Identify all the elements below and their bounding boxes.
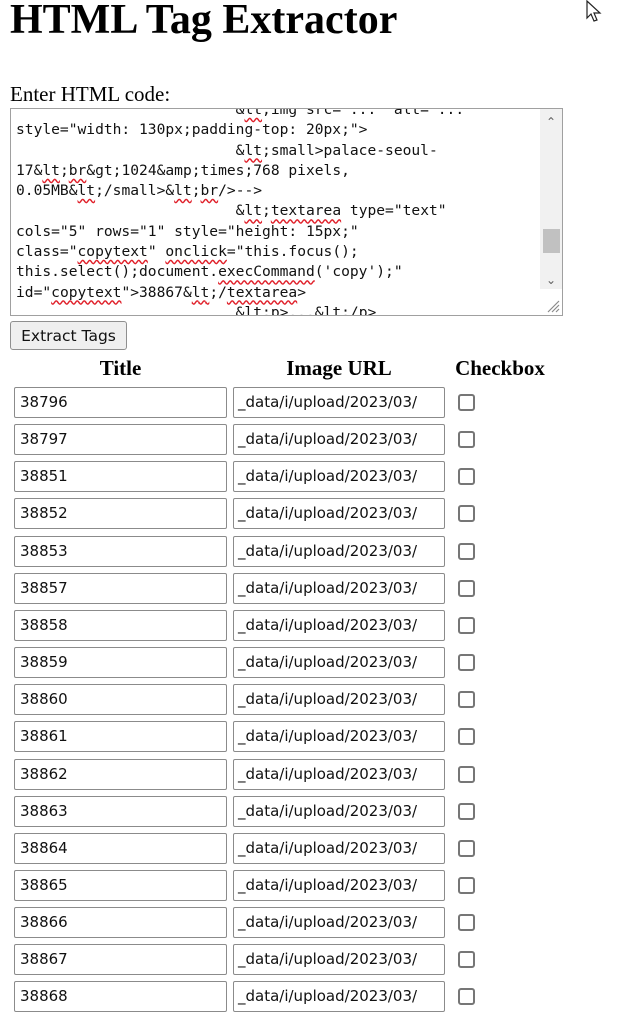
row-checkbox[interactable] (458, 579, 475, 597)
resize-grip-icon[interactable] (544, 297, 560, 313)
table-row: 38861 _data/i/upload/2023/03/ (0, 721, 625, 753)
title-input[interactable]: 38867 (14, 944, 227, 976)
code-line: &lt;p>...&lt;/p> (16, 303, 377, 316)
table-row: 38859 _data/i/upload/2023/03/ (0, 647, 625, 679)
row-checkbox[interactable] (458, 914, 475, 932)
table-row: 38862 _data/i/upload/2023/03/ (0, 758, 625, 791)
row-checkbox[interactable] (458, 505, 475, 523)
row-checkbox[interactable] (458, 839, 475, 857)
row-checkbox[interactable] (458, 876, 475, 894)
image-url-input[interactable]: _data/i/upload/2023/03/ (233, 758, 445, 790)
title-input[interactable]: 38857 (14, 572, 227, 604)
column-header-title: Title (99, 356, 142, 380)
row-checkbox[interactable] (458, 394, 475, 411)
title-input[interactable]: 38851 (14, 461, 227, 493)
row-checkbox[interactable] (458, 542, 475, 560)
table-row: 38851 _data/i/upload/2023/03/ (0, 461, 625, 493)
image-url-input[interactable]: _data/i/upload/2023/03/ (233, 424, 445, 456)
image-url-input[interactable]: _data/i/upload/2023/03/ (233, 944, 445, 976)
row-checkbox[interactable] (458, 654, 475, 672)
html-code-content[interactable]: &lt;img src="..." alt="..." style="width:… (16, 108, 538, 316)
table-row: 38796 _data/i/upload/2023/03/ (0, 387, 625, 419)
table-row: 38857 _data/i/upload/2023/03/ (0, 572, 625, 605)
page-title: HTML Tag Extractor (10, 0, 398, 43)
row-checkbox[interactable] (458, 468, 475, 486)
row-checkbox[interactable] (458, 691, 475, 709)
html-code-label: Enter HTML code: (10, 82, 171, 106)
html-code-textarea[interactable]: &lt;img src="..." alt="..." style="width:… (10, 108, 563, 316)
code-line: cols="5" rows="1" style="height: 15px;" (16, 222, 359, 240)
title-input[interactable]: 38868 (14, 981, 227, 1013)
image-url-input[interactable]: _data/i/upload/2023/03/ (233, 572, 445, 604)
extract-tags-button[interactable]: Extract Tags (10, 321, 127, 350)
code-line: 17&lt;br&gt;1024&amp;times;768 pixels, (16, 161, 350, 179)
code-line: &lt;small>palace-seoul- (16, 141, 438, 159)
scrollbar-thumb[interactable] (543, 229, 560, 253)
table-row: 38858 _data/i/upload/2023/03/ (0, 609, 625, 642)
title-input[interactable]: 38865 (14, 869, 227, 901)
code-line: &lt;img src="..." alt="..." (16, 108, 473, 118)
image-url-input[interactable]: _data/i/upload/2023/03/ (233, 832, 445, 864)
table-row: 38866 _data/i/upload/2023/03/ (0, 907, 625, 939)
image-url-input[interactable]: _data/i/upload/2023/03/ (233, 795, 445, 827)
column-header-checkbox: Checkbox (455, 356, 545, 380)
image-url-input[interactable]: _data/i/upload/2023/03/ (233, 907, 445, 939)
row-checkbox[interactable] (458, 802, 475, 820)
image-url-input[interactable]: _data/i/upload/2023/03/ (233, 461, 445, 493)
table-row: 38860 _data/i/upload/2023/03/ (0, 684, 625, 716)
table-row: 38867 _data/i/upload/2023/03/ (0, 944, 625, 976)
title-input[interactable]: 38796 (14, 387, 227, 418)
title-input[interactable]: 38862 (14, 758, 227, 790)
table-row: 38868 _data/i/upload/2023/03/ (0, 981, 625, 1013)
row-checkbox[interactable] (458, 988, 475, 1006)
image-url-input[interactable]: _data/i/upload/2023/03/ (233, 981, 445, 1013)
table-row: 38865 _data/i/upload/2023/03/ (0, 869, 625, 902)
title-input[interactable]: 38866 (14, 907, 227, 939)
code-line: id="copytext">38867&lt;/textarea> (16, 283, 306, 301)
table-row: 38852 _data/i/upload/2023/03/ (0, 498, 625, 530)
title-input[interactable]: 38859 (14, 647, 227, 679)
code-line: 0.05MB&lt;/small>&lt;br/>--> (16, 182, 263, 200)
row-checkbox[interactable] (458, 431, 475, 449)
textarea-scrollbar[interactable]: ⌃ ⌄ (540, 109, 562, 289)
image-url-input[interactable]: _data/i/upload/2023/03/ (233, 387, 445, 418)
image-url-input[interactable]: _data/i/upload/2023/03/ (233, 647, 445, 679)
image-url-input[interactable]: _data/i/upload/2023/03/ (233, 535, 445, 567)
image-url-input[interactable]: _data/i/upload/2023/03/ (233, 869, 445, 901)
table-row: 38797 _data/i/upload/2023/03/ (0, 424, 625, 456)
title-input[interactable]: 38853 (14, 535, 227, 567)
code-line: class="copytext" onclick="this.focus(); (16, 243, 359, 261)
title-input[interactable]: 38858 (14, 609, 227, 641)
title-input[interactable]: 38860 (14, 684, 227, 716)
row-checkbox[interactable] (458, 951, 475, 969)
row-checkbox[interactable] (458, 765, 475, 783)
table-row: 38863 _data/i/upload/2023/03/ (0, 795, 625, 828)
image-url-input[interactable]: _data/i/upload/2023/03/ (233, 721, 445, 753)
mouse-pointer-icon (586, 0, 602, 22)
table-row: 38853 _data/i/upload/2023/03/ (0, 535, 625, 568)
title-input[interactable]: 38864 (14, 832, 227, 864)
chevron-down-icon[interactable]: ⌄ (540, 269, 562, 291)
image-url-input[interactable]: _data/i/upload/2023/03/ (233, 498, 445, 530)
image-url-input[interactable]: _data/i/upload/2023/03/ (233, 684, 445, 716)
row-checkbox[interactable] (458, 728, 475, 746)
table-row: 38864 _data/i/upload/2023/03/ (0, 832, 625, 865)
image-url-input[interactable]: _data/i/upload/2023/03/ (233, 609, 445, 641)
code-line: this.select();document.execCommand('copy… (16, 263, 403, 281)
title-input[interactable]: 38861 (14, 721, 227, 753)
column-header-image-url: Image URL (286, 356, 392, 380)
row-checkbox[interactable] (458, 616, 475, 634)
code-line: &lt;textarea type="text" (16, 202, 447, 220)
code-line: style="width: 130px;padding-top: 20px;"> (16, 121, 368, 139)
chevron-up-icon[interactable]: ⌃ (540, 111, 562, 133)
title-input[interactable]: 38863 (14, 795, 227, 827)
title-input[interactable]: 38852 (14, 498, 227, 530)
title-input[interactable]: 38797 (14, 424, 227, 456)
